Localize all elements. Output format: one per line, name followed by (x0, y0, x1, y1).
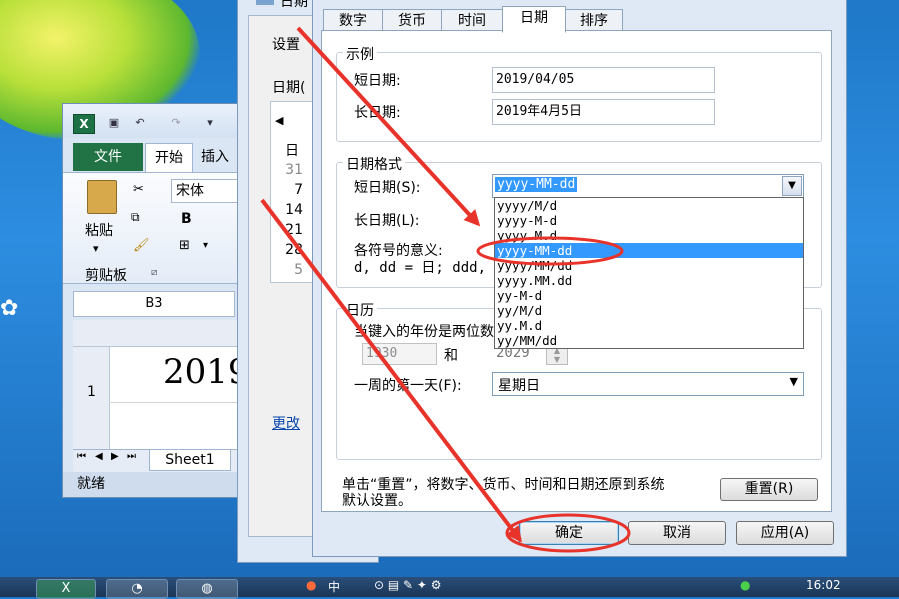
date-label: 日期( (272, 80, 306, 96)
long-date-example-field: 2019年4月5日 (492, 99, 715, 125)
calendar-day: 5 (294, 262, 303, 278)
change-link[interactable]: 更改 (272, 413, 300, 433)
wallpaper-flower: ✿ (0, 296, 19, 321)
tab-home[interactable]: 开始 (145, 143, 193, 172)
apply-button[interactable]: 应用(A) (736, 521, 834, 545)
year-from-field: 1930 (362, 343, 437, 365)
short-format-dropdown-list[interactable]: yyyy/M/d yyyy-M-d yyyy.M.d yyyy-MM-dd yy… (494, 197, 804, 349)
short-date-example-field: 2019/04/05 (492, 67, 715, 93)
cancel-button[interactable]: 取消 (628, 521, 726, 545)
short-format-combobox[interactable]: yyyy-MM-dd ▼ (492, 174, 804, 198)
dropdown-option[interactable]: yyyy-M-d (495, 213, 803, 228)
taskbar-globe-icon[interactable]: ◍ (176, 579, 238, 599)
calendar-day: 21 (285, 222, 303, 238)
tab-insert[interactable]: 插入 (195, 143, 235, 171)
sheet-nav-first-icon[interactable]: ⏮ (77, 451, 86, 462)
tray-app-icon[interactable]: ● (306, 578, 316, 592)
reset-note-line2: 默认设置。 (342, 493, 412, 509)
first-day-combobox[interactable]: 星期日 ▼ (492, 372, 804, 396)
dropdown-option[interactable]: yy.M.d (495, 318, 803, 333)
short-format-value[interactable]: yyyy-MM-dd (495, 177, 578, 192)
calendar-group-title: 日历 (343, 300, 377, 320)
calendar-prev-icon[interactable]: ◀ (275, 114, 283, 127)
paste-label[interactable]: 粘贴 (85, 220, 113, 240)
borders-dropdown-icon[interactable]: ▾ (203, 240, 208, 251)
cut-icon[interactable]: ✂ (133, 182, 144, 197)
copy-icon[interactable]: ⧉ (131, 210, 140, 225)
clipboard-launcher-icon[interactable]: ⧄ (151, 267, 157, 278)
first-day-value: 星期日 (498, 378, 540, 394)
setting-label: 设置 (272, 37, 300, 53)
paste-dropdown-icon[interactable]: ▾ (93, 242, 99, 255)
chevron-down-icon[interactable]: ▼ (790, 375, 798, 388)
dropdown-option-selected[interactable]: yyyy-MM-dd (495, 243, 803, 258)
example-group-title: 示例 (343, 44, 377, 64)
tray-security-icon[interactable]: ● (740, 578, 750, 592)
sheet-nav-next-icon[interactable]: ▶ (111, 451, 119, 462)
calendar-day: 7 (294, 182, 303, 198)
redo-icon[interactable]: ↷ (169, 116, 183, 130)
row-1-header[interactable]: 1 (87, 384, 96, 400)
name-box[interactable]: B3 (73, 291, 235, 317)
long-date-example-label: 长日期: (354, 105, 401, 121)
short-date-example-label: 短日期: (354, 73, 401, 89)
calendar-day: 28 (285, 242, 303, 258)
meaning-text: d, dd = 日; ddd, (354, 260, 487, 276)
tab-file[interactable]: 文件 (73, 143, 143, 171)
tray-icons[interactable]: ⊙ ▤ ✎ ✦ ⚙ (374, 578, 442, 592)
excel-logo-icon[interactable]: X (73, 114, 95, 134)
date-format-group-title: 日期格式 (343, 154, 405, 174)
chevron-down-icon[interactable]: ▼ (782, 176, 802, 196)
two-digit-year-label: 当键入的年份是两位数 (354, 324, 494, 340)
region-dialog-icon (256, 0, 274, 5)
bold-button[interactable]: B (181, 211, 192, 227)
customize-qat-icon[interactable]: ▾ (203, 116, 217, 130)
long-format-label: 长日期(L): (354, 213, 420, 229)
excel-window: X ▣ ↶ ↷ ▾ 文件 开始 插入 粘贴 ▾ ✂ ⧉ 🖌 宋体 B ⊞ ▾ 剪… (62, 103, 264, 498)
status-text: 就绪 (63, 472, 263, 497)
short-format-label: 短日期(S): (354, 180, 421, 196)
tab-date[interactable]: 日期 (502, 6, 566, 33)
clipboard-group-label: 剪贴板 (85, 268, 127, 284)
ok-button[interactable]: 确定 (519, 521, 619, 545)
taskbar-clock-app-icon[interactable]: ◔ (106, 579, 168, 599)
dropdown-option[interactable]: yyyy.M.d (495, 228, 803, 243)
paste-icon[interactable] (87, 180, 117, 214)
column-header-row (73, 320, 263, 347)
calendar-weekday-header: 日 (285, 143, 299, 159)
undo-icon[interactable]: ↶ (133, 116, 147, 130)
and-label: 和 (444, 348, 458, 364)
sheet-tab-sheet1[interactable]: Sheet1 (149, 449, 231, 471)
calendar-day: 31 (285, 162, 303, 178)
first-day-label: 一周的第一天(F): (354, 378, 462, 394)
sheet-nav-prev-icon[interactable]: ◀ (95, 451, 103, 462)
example-group (336, 52, 822, 142)
reset-button[interactable]: 重置(R) (720, 478, 818, 501)
dropdown-option[interactable]: yyyy/MM/dd (495, 258, 803, 273)
dropdown-option[interactable]: yy/M/d (495, 303, 803, 318)
clock[interactable]: 16:02 (806, 578, 841, 592)
dropdown-option[interactable]: yyyy.MM.dd (495, 273, 803, 288)
region-dialog-title: 日期 (280, 0, 308, 10)
calendar-day: 14 (285, 202, 303, 218)
dropdown-option[interactable]: yy/MM/dd (495, 333, 803, 348)
dropdown-option[interactable]: yyyy/M/d (495, 198, 803, 213)
sheet-nav-last-icon[interactable]: ⏭ (127, 451, 136, 462)
borders-icon[interactable]: ⊞ (179, 238, 190, 253)
taskbar-excel-icon[interactable]: X (36, 579, 96, 599)
dropdown-option[interactable]: yy-M-d (495, 288, 803, 303)
format-painter-icon[interactable]: 🖌 (133, 238, 150, 253)
ime-indicator[interactable]: 中 (328, 578, 340, 595)
taskbar: X ◔ ◍ ● 中 ⊙ ▤ ✎ ✦ ⚙ ● 16:02 (0, 577, 899, 599)
save-icon[interactable]: ▣ (107, 116, 121, 130)
